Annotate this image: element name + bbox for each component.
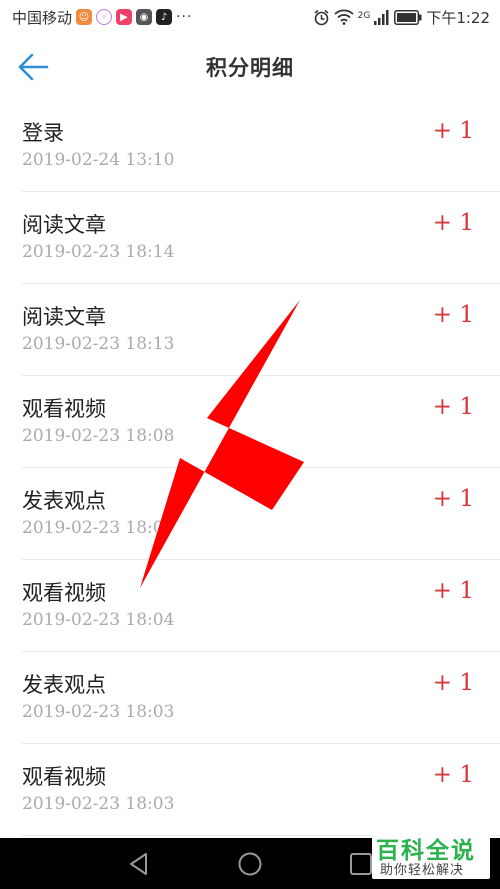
record-title: 发表观点 [22,489,106,513]
page-title: 积分明细 [206,56,294,80]
more-notifications-icon: ··· [176,9,193,25]
page-header: 积分明细 [0,34,500,100]
status-bar-right: 2G 下午1:22 [313,7,490,28]
record-time: 2019-02-24 13:10 [22,150,175,170]
record-points: + 1 [432,762,474,788]
record-title: 观看视频 [22,765,106,789]
network-type: 2G [357,10,371,21]
list-item: 阅读文章 2019-02-23 18:14 + 1 [22,192,500,284]
nav-home-button[interactable] [235,849,265,879]
nav-home-icon [238,852,262,876]
record-points: + 1 [432,394,474,420]
wifi-icon [333,9,354,25]
notification-app-icon: ☺ [76,9,93,25]
video-app-icon: ▶ [116,9,133,25]
record-title: 阅读文章 [22,305,106,329]
list-item: 观看视频 2019-02-23 18:08 + 1 [22,376,500,468]
back-button[interactable] [16,52,50,82]
record-time: 2019-02-23 18:14 [22,242,175,262]
points-record-list: 登录 2019-02-24 13:10 + 1 阅读文章 2019-02-23 … [0,100,500,836]
record-time: 2019-02-23 18:04 [22,610,175,630]
music-app-icon: ♪ [156,9,173,25]
battery-icon [394,9,422,25]
record-title: 登录 [22,121,64,145]
record-points: + 1 [432,486,474,512]
carrier-label: 中国移动 [12,8,73,27]
record-time: 2019-02-23 18:07 [22,518,175,538]
record-time: 2019-02-23 18:03 [22,702,175,722]
signal-icon [374,9,390,25]
list-item: 发表观点 2019-02-23 18:03 + 1 [22,652,500,744]
record-points: + 1 [432,210,474,236]
camera-app-icon: ◉ [136,9,153,25]
list-item: 阅读文章 2019-02-23 18:13 + 1 [22,284,500,376]
alarm-icon [313,9,330,26]
record-points: + 1 [432,578,474,604]
back-arrow-icon [18,53,49,81]
status-bar-left: 中国移动 ☺ ◦ ▶ ◉ ♪ ··· [12,7,192,28]
watermark-subtitle: 助你轻松解决 [380,863,465,878]
chat-app-icon: ◦ [96,9,113,25]
record-time: 2019-02-23 18:13 [22,334,175,354]
record-title: 阅读文章 [22,213,106,237]
nav-back-icon [130,853,147,875]
status-bar: 中国移动 ☺ ◦ ▶ ◉ ♪ ··· 2G 下午1:22 [0,0,500,34]
list-item: 登录 2019-02-24 13:10 + 1 [22,100,500,192]
record-time: 2019-02-23 18:08 [22,426,175,446]
watermark-logo: 百科全说 助你轻松解决 [372,829,490,879]
record-time: 2019-02-23 18:03 [22,794,175,814]
record-title: 观看视频 [22,581,106,605]
list-item: 观看视频 2019-02-23 18:03 + 1 [22,744,500,836]
list-item: 发表观点 2019-02-23 18:07 + 1 [22,468,500,560]
record-title: 发表观点 [22,673,106,697]
clock: 下午1:22 [426,8,490,27]
nav-back-button[interactable] [124,849,154,879]
record-points: + 1 [432,670,474,696]
record-title: 观看视频 [22,397,106,421]
list-item: 观看视频 2019-02-23 18:04 + 1 [22,560,500,652]
record-points: + 1 [432,118,474,144]
record-points: + 1 [432,302,474,328]
